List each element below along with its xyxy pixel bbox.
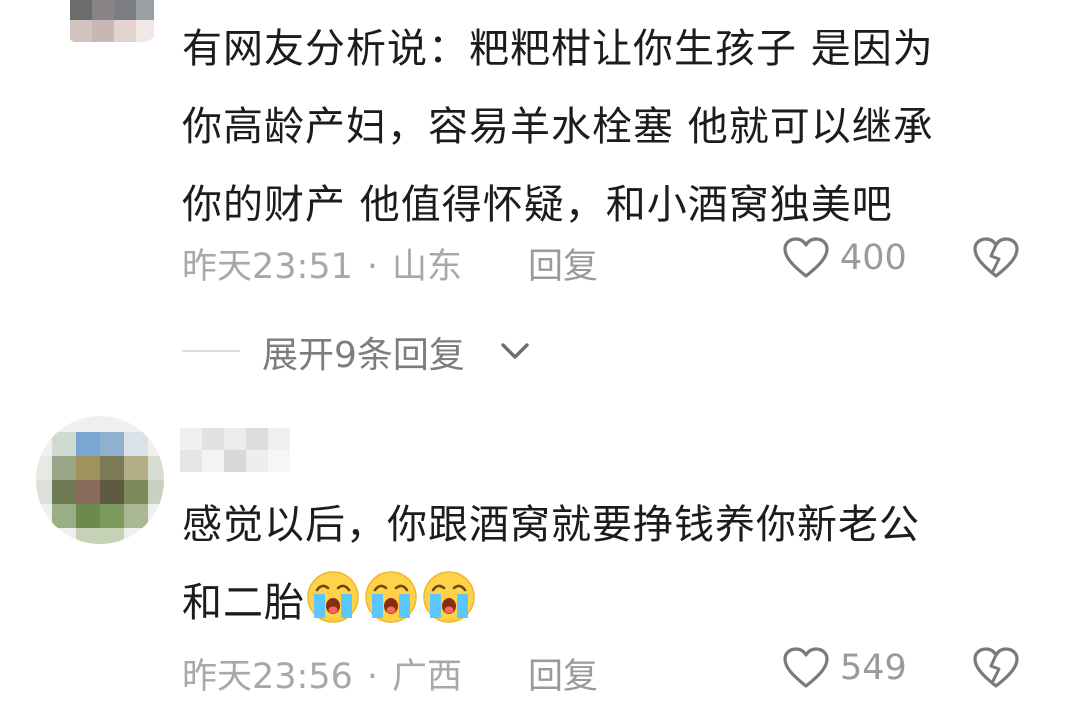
avatar[interactable] (36, 416, 164, 544)
like-button[interactable]: 549 (782, 642, 942, 698)
chevron-down-icon (501, 343, 529, 359)
comment-location: 山东 (392, 247, 463, 287)
avatar-pixelated-image (50, 0, 170, 50)
comment-item: 有网友分析说：粑粑柑让你生孩子 是因为 你高龄产妇，容易羊水栓塞 他就可以继承 … (0, 0, 1079, 390)
like-button[interactable]: 400 (782, 232, 942, 288)
broken-heart-icon (973, 647, 1019, 688)
comment-line: 感觉以后，你跟酒窝就要挣钱养你新老公 (182, 502, 920, 548)
comment-time-location: 昨天23:51 · 山东 (182, 238, 462, 289)
comment-location: 广西 (392, 657, 463, 697)
comment-text: 感觉以后，你跟酒窝就要挣钱养你新老公 和二胎 (182, 486, 1052, 642)
reply-button[interactable]: 回复 (528, 648, 598, 699)
comment-meta: 昨天23:51 · 山东 回复 400 (182, 232, 1079, 292)
crying-emoji (423, 571, 475, 623)
username-pixelated (180, 428, 290, 472)
divider-line (182, 350, 240, 352)
dislike-button[interactable] (972, 236, 1024, 288)
expand-replies-button[interactable]: 展开9条回复 (182, 322, 602, 378)
comment-time: 昨天23:51 (182, 247, 353, 287)
meta-separator: · (366, 247, 379, 287)
avatar-pixelated-image (36, 416, 164, 544)
comment-line: 和二胎 (182, 580, 305, 626)
comment-line: 你的财产 他值得怀疑，和小酒窝独美吧 (182, 182, 893, 228)
heart-icon (783, 237, 829, 278)
expand-replies-label: 展开9条回复 (262, 335, 465, 376)
comment-time-location: 昨天23:56 · 广西 (182, 648, 462, 699)
broken-heart-icon (973, 237, 1019, 278)
comment-line: 有网友分析说：粑粑柑让你生孩子 是因为 (182, 26, 934, 72)
username[interactable] (180, 428, 310, 472)
comment-item: 感觉以后，你跟酒窝就要挣钱养你新老公 和二胎 昨天23:56 · 广西 回复 5… (0, 408, 1079, 708)
reply-button[interactable]: 回复 (528, 238, 598, 289)
comment-line: 你高龄产妇，容易羊水栓塞 他就可以继承 (182, 104, 934, 150)
meta-separator: · (366, 657, 379, 697)
dislike-button[interactable] (972, 646, 1024, 698)
avatar[interactable] (50, 0, 170, 50)
crying-emoji (365, 571, 417, 623)
crying-emoji (307, 571, 359, 623)
comment-meta: 昨天23:56 · 广西 回复 549 (182, 642, 1079, 702)
like-count: 400 (840, 238, 907, 278)
heart-icon (783, 647, 829, 688)
emoji-group (305, 571, 479, 626)
comment-text: 有网友分析说：粑粑柑让你生孩子 是因为 你高龄产妇，容易羊水栓塞 他就可以继承 … (182, 10, 1052, 244)
comment-time: 昨天23:56 (182, 657, 353, 697)
like-count: 549 (840, 648, 907, 688)
